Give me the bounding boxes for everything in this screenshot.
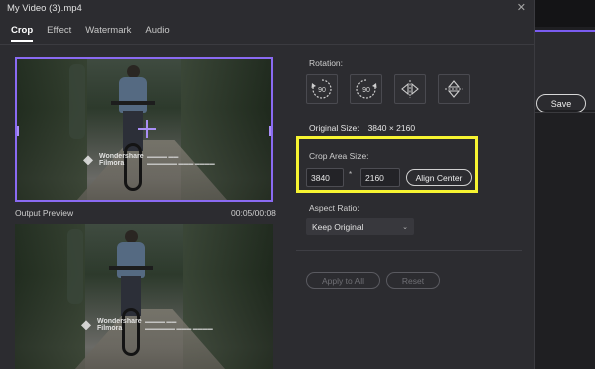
tab-effect[interactable]: Effect	[47, 25, 71, 42]
crop-width-input[interactable]: 3840	[306, 168, 344, 187]
flip-vertical-icon	[445, 80, 463, 98]
align-center-button[interactable]: Align Center	[406, 169, 472, 186]
aspect-ratio-label: Aspect Ratio:	[309, 203, 360, 213]
chevron-down-icon: ⌄	[402, 223, 408, 231]
original-size-label: Original Size:	[309, 123, 360, 133]
flip-horizontal-button[interactable]	[394, 74, 426, 104]
watermark-name-line2: Filmora	[97, 325, 123, 333]
background-rider	[67, 229, 83, 304]
tab-divider	[0, 44, 535, 45]
background-toolbar	[527, 0, 595, 27]
flip-horizontal-icon	[401, 80, 419, 98]
watermark-tagline: ▬▬▬▬ ▬▬ ▬▬▬▬▬▬ ▬▬▬ ▬▬▬▬	[147, 154, 215, 167]
rotation-controls: 90 90	[306, 74, 470, 104]
crop-height-input[interactable]: 2160	[360, 168, 400, 187]
rotate-cw-icon: 90	[311, 79, 332, 99]
background-panel: Save	[527, 30, 595, 113]
output-preview: Wondershare Filmora ▬▬▬▬ ▬▬ ▬▬▬▬▬▬ ▬▬▬ ▬▬…	[15, 224, 273, 369]
divider	[296, 250, 522, 251]
cyclist	[109, 230, 153, 358]
rotate-ccw-label: 90	[362, 87, 370, 94]
aspect-ratio-value: Keep Original	[312, 221, 364, 232]
background-editor: Save	[527, 0, 595, 369]
divider	[527, 112, 595, 113]
rotation-label: Rotation:	[309, 58, 344, 68]
background-rider	[69, 64, 85, 139]
title-bar: My Video (3).mp4 ✕	[0, 0, 534, 17]
watermark-tagline: ▬▬▬▬ ▬▬ ▬▬▬▬▬▬ ▬▬▬ ▬▬▬▬	[145, 319, 213, 332]
crop-handle-left[interactable]	[17, 126, 19, 136]
filmora-logo-icon	[83, 155, 93, 166]
watermark-name-line2: Filmora	[99, 160, 125, 168]
crop-handle-right[interactable]	[269, 126, 271, 136]
tab-watermark[interactable]: Watermark	[85, 25, 131, 42]
move-icon[interactable]	[138, 120, 156, 138]
size-separator: *	[349, 170, 353, 179]
tab-crop[interactable]: Crop	[11, 25, 34, 42]
output-preview-label: Output Preview	[15, 208, 74, 218]
aspect-ratio-select[interactable]: Keep Original ⌄	[306, 218, 414, 235]
watermark: Wondershare Filmora	[81, 318, 142, 333]
tab-bar: Crop Effect Watermark Audio	[11, 25, 170, 42]
watermark-name-line1: Wondershare	[99, 153, 144, 160]
rotate-cw-button[interactable]: 90	[306, 74, 338, 104]
window-title: My Video (3).mp4	[7, 3, 82, 14]
flip-vertical-button[interactable]	[438, 74, 470, 104]
rotate-ccw-button[interactable]: 90	[350, 74, 382, 104]
apply-to-all-button[interactable]: Apply to All	[306, 272, 380, 289]
edit-dialog: My Video (3).mp4 ✕ Crop Effect Watermark…	[0, 0, 535, 369]
tab-audio[interactable]: Audio	[145, 25, 169, 42]
rotate-ccw-icon: 90	[356, 79, 377, 99]
filmora-logo-icon	[81, 320, 91, 331]
playback-time: 00:05/00:08	[231, 208, 276, 218]
crop-area-size-label: Crop Area Size:	[309, 151, 369, 161]
close-icon[interactable]: ✕	[517, 3, 526, 14]
save-button[interactable]: Save	[536, 94, 586, 113]
crop-preview[interactable]: Wondershare Filmora ▬▬▬▬ ▬▬ ▬▬▬▬▬▬ ▬▬▬ ▬▬…	[15, 57, 273, 202]
reset-button[interactable]: Reset	[386, 272, 440, 289]
watermark-name-line1: Wondershare	[97, 318, 142, 325]
original-size-value: 3840 × 2160	[367, 123, 416, 133]
watermark: Wondershare Filmora	[83, 153, 144, 168]
original-size: Original Size: 3840 × 2160	[309, 123, 415, 133]
rotate-cw-label: 90	[318, 87, 326, 94]
